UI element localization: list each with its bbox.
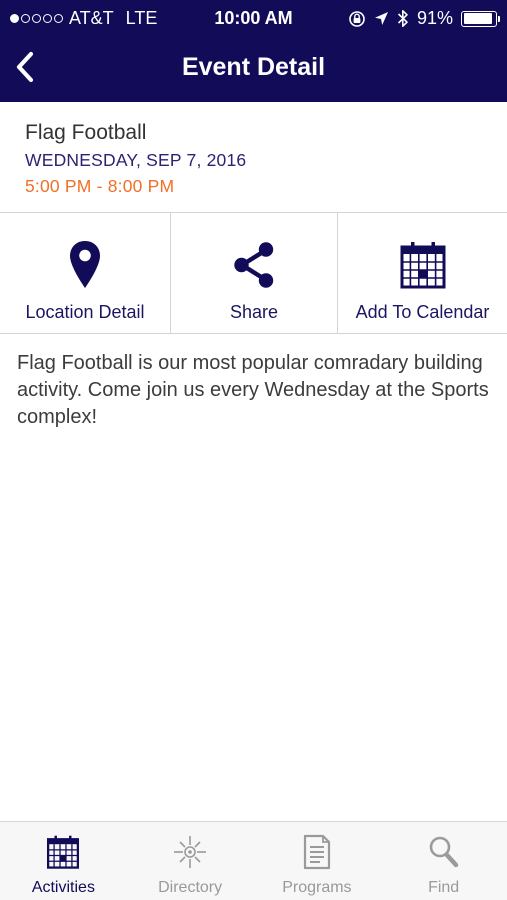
tab-find-label: Find bbox=[428, 879, 460, 896]
event-date: WEDNESDAY, SEP 7, 2016 bbox=[25, 150, 247, 170]
event-title: Flag Football bbox=[25, 121, 147, 144]
tab-programs-label: Programs bbox=[282, 879, 352, 896]
back-button[interactable] bbox=[8, 46, 52, 90]
location-detail-label: Location Detail bbox=[25, 302, 145, 322]
tab-programs[interactable]: Programs bbox=[254, 822, 381, 900]
battery-percent: 91% bbox=[416, 8, 453, 28]
tab-directory[interactable]: Directory bbox=[127, 822, 254, 900]
event-header: Flag Football WEDNESDAY, SEP 7, 2016 5:0… bbox=[0, 102, 507, 213]
status-bar: AT&T LTE 10:00 AM 91% bbox=[0, 0, 507, 36]
rotation-lock-icon bbox=[349, 10, 365, 27]
location-detail-button[interactable]: Location Detail bbox=[0, 213, 171, 333]
search-icon bbox=[429, 836, 458, 868]
bluetooth-icon bbox=[397, 10, 408, 27]
tab-activities-label: Activities bbox=[31, 879, 95, 896]
status-bar-right: 91% bbox=[348, 8, 500, 29]
event-description: Flag Football is our most popular comrad… bbox=[17, 352, 489, 428]
tab-find[interactable]: Find bbox=[380, 822, 507, 900]
add-to-calendar-label: Add To Calendar bbox=[355, 302, 490, 322]
add-to-calendar-button[interactable]: Add To Calendar bbox=[338, 213, 507, 333]
event-time: 5:00 PM - 8:00 PM bbox=[25, 176, 175, 196]
calendar-icon bbox=[400, 242, 445, 289]
document-icon bbox=[303, 834, 330, 870]
compass-icon bbox=[174, 836, 207, 868]
share-label: Share bbox=[229, 302, 279, 322]
tab-activities[interactable]: Activities bbox=[0, 822, 127, 900]
share-button[interactable]: Share bbox=[171, 213, 338, 333]
battery-icon bbox=[461, 10, 500, 27]
page-title: Event Detail bbox=[181, 53, 326, 81]
nav-bar: Event Detail bbox=[0, 36, 507, 102]
share-icon bbox=[234, 242, 274, 288]
chevron-left-icon bbox=[16, 51, 34, 83]
tab-directory-label: Directory bbox=[158, 879, 223, 896]
event-actions: Location Detail Share Add To Calendar bbox=[0, 213, 507, 334]
location-arrow-icon bbox=[374, 12, 388, 25]
location-pin-icon bbox=[70, 241, 100, 288]
calendar-icon bbox=[47, 835, 80, 869]
tab-bar: Activities Directory Programs Find bbox=[0, 821, 507, 900]
